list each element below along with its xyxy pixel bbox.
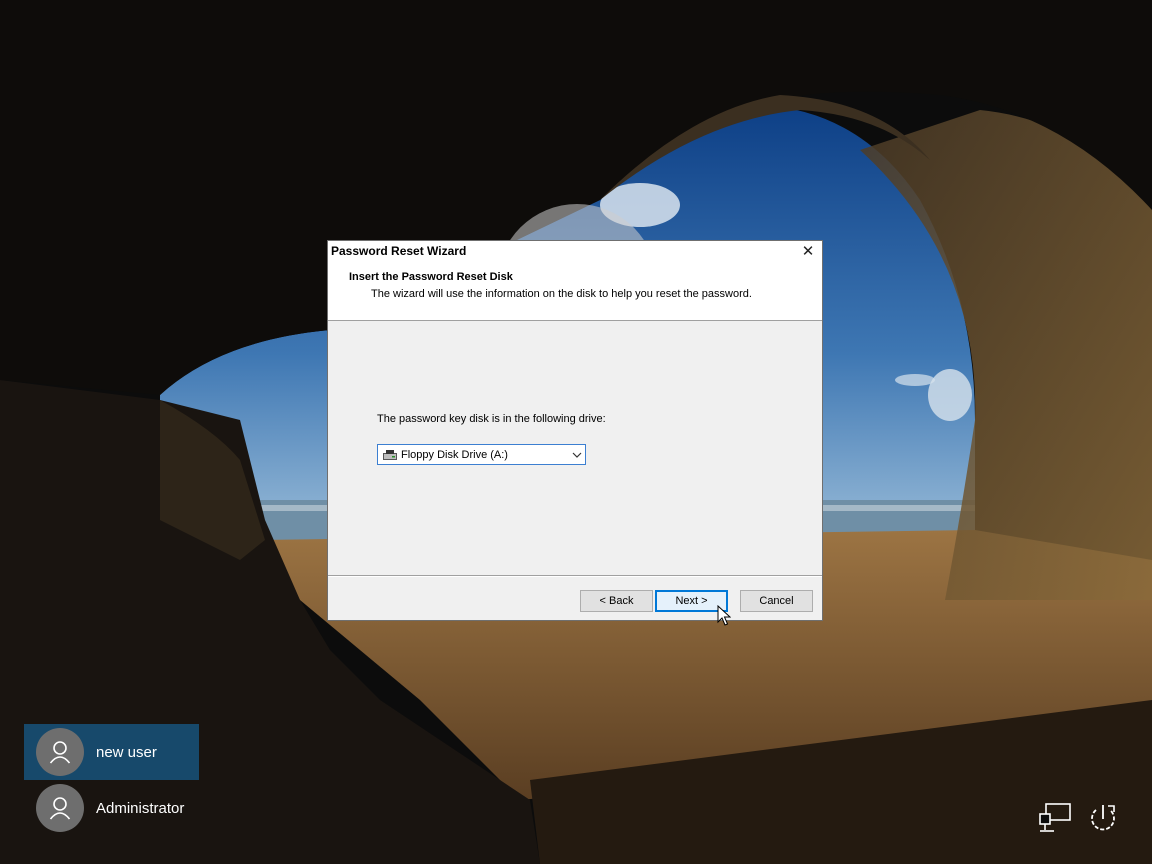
wizard-header: Insert the Password Reset Disk The wizar… bbox=[328, 261, 822, 321]
chevron-down-icon[interactable] bbox=[569, 452, 585, 458]
floppy-drive-icon bbox=[383, 449, 397, 461]
drive-selected-value: Floppy Disk Drive (A:) bbox=[401, 448, 508, 461]
cancel-button[interactable]: Cancel bbox=[740, 590, 813, 612]
lock-screen: Password Reset Wizard ✕ Insert the Passw… bbox=[0, 0, 1152, 864]
wizard-heading: Insert the Password Reset Disk bbox=[349, 271, 513, 283]
drive-dropdown[interactable]: Floppy Disk Drive (A:) bbox=[377, 444, 586, 465]
user-tile-administrator[interactable]: Administrator bbox=[24, 780, 199, 836]
dialog-titlebar[interactable]: Password Reset Wizard ✕ bbox=[328, 241, 822, 261]
user-name: new user bbox=[96, 743, 157, 761]
person-icon bbox=[36, 784, 84, 832]
dialog-title: Password Reset Wizard bbox=[331, 244, 467, 258]
user-tile-new-user[interactable]: new user bbox=[24, 724, 199, 780]
network-icon[interactable] bbox=[1038, 802, 1072, 834]
person-icon bbox=[36, 728, 84, 776]
footer-divider bbox=[328, 575, 822, 577]
back-button[interactable]: < Back bbox=[580, 590, 653, 612]
user-name: Administrator bbox=[96, 799, 185, 817]
close-button[interactable]: ✕ bbox=[794, 241, 822, 261]
wizard-subheading: The wizard will use the information on t… bbox=[371, 288, 752, 300]
password-reset-wizard-dialog: Password Reset Wizard ✕ Insert the Passw… bbox=[327, 240, 823, 621]
mouse-cursor-icon bbox=[717, 605, 731, 626]
close-icon: ✕ bbox=[801, 243, 815, 260]
power-icon[interactable] bbox=[1086, 802, 1120, 834]
drive-label: The password key disk is in the followin… bbox=[377, 413, 606, 425]
